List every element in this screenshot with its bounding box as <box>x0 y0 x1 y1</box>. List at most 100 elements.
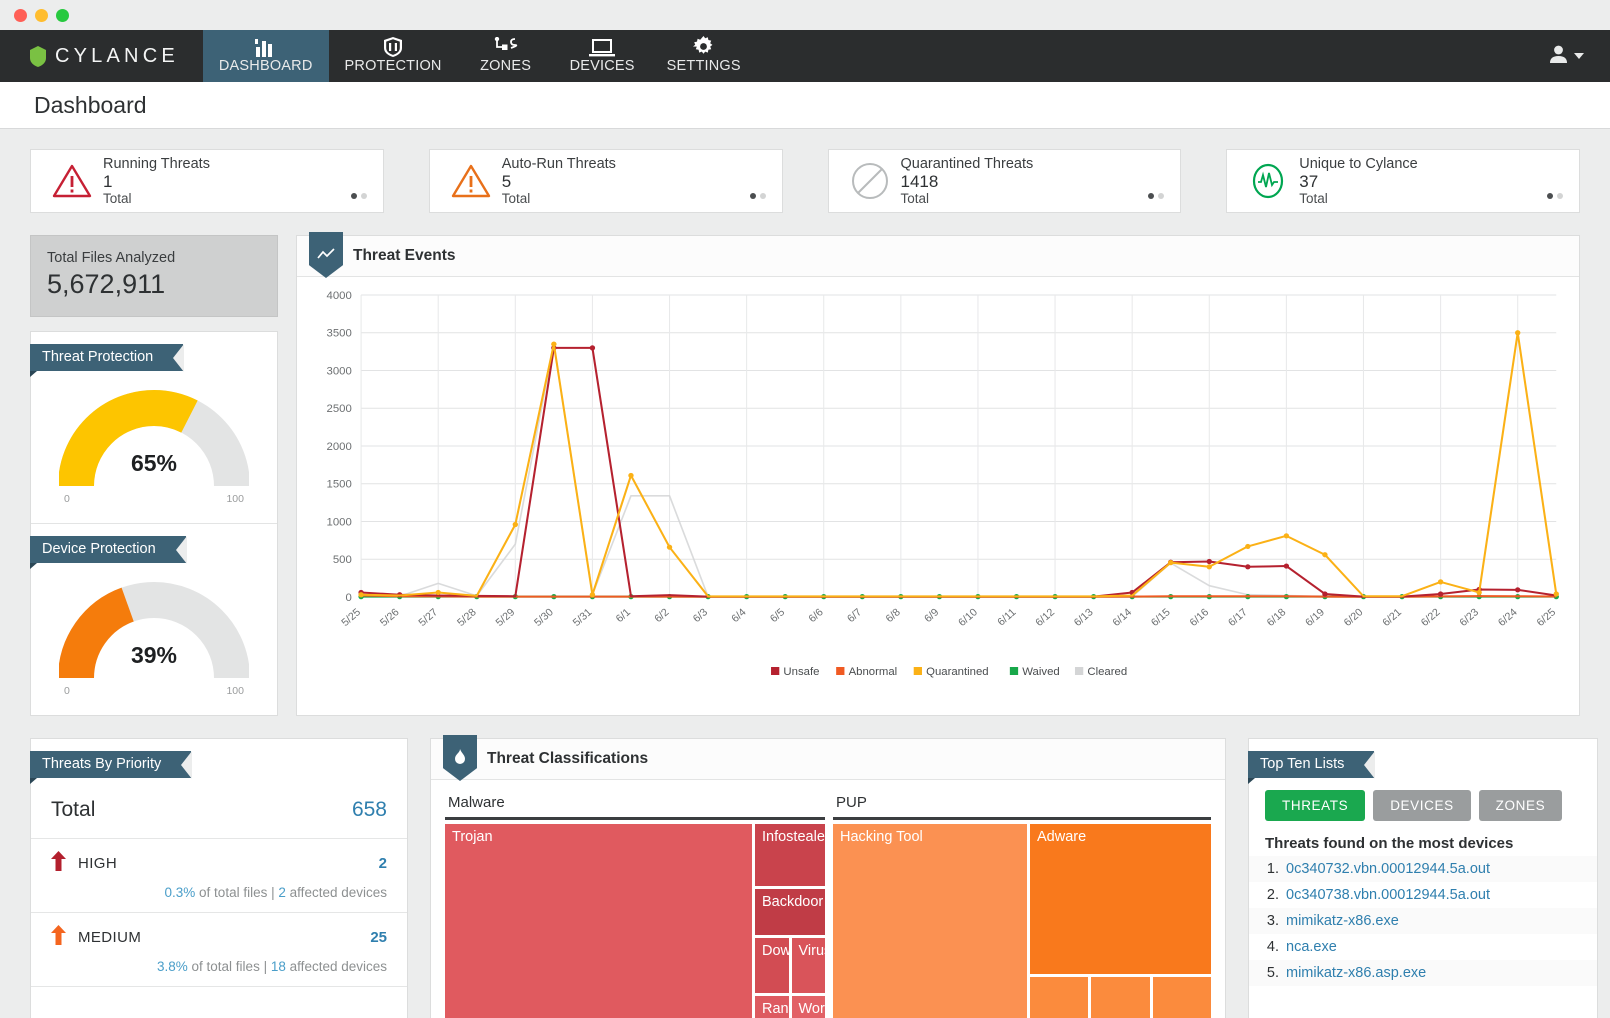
svg-text:3000: 3000 <box>327 366 352 378</box>
priority-label: MEDIUM <box>78 929 142 946</box>
treemap-tile[interactable]: Trojan <box>445 824 752 1018</box>
priority-count: 2 <box>378 855 387 872</box>
panel-title: Threat Classifications <box>487 750 649 767</box>
gauge-max: 100 <box>226 493 244 505</box>
minimize-button[interactable] <box>35 8 48 22</box>
svg-text:6/10: 6/10 <box>956 606 980 628</box>
svg-text:5/31: 5/31 <box>571 606 595 628</box>
stat-card-quarantined-threats[interactable]: Quarantined Threats 1418 Total <box>827 149 1182 213</box>
list-link[interactable]: mimikatz-x86.asp.exe <box>1286 965 1426 981</box>
svg-text:6/9: 6/9 <box>922 606 941 625</box>
nav-item-devices[interactable]: DEVICES <box>554 30 651 82</box>
svg-text:6/1: 6/1 <box>614 606 633 625</box>
stat-value: 5 <box>501 172 512 192</box>
treemap-tile[interactable]: Downloader <box>755 938 789 993</box>
maximize-button[interactable] <box>56 8 69 22</box>
nav-label: DASHBOARD <box>218 58 313 74</box>
nav-item-protection[interactable]: PROTECTION <box>329 30 458 82</box>
list-link[interactable]: mimikatz-x86.exe <box>1286 913 1399 929</box>
panel-header: Threat Events <box>297 236 1579 277</box>
priority-row-high[interactable]: HIGH 2 0.3% of total files | 2 affected … <box>31 839 407 913</box>
gauge-device-protection: Device Protection 39% 0 100 <box>30 524 277 715</box>
main-navbar: CYLANCE DASHBOARD PROTECTION ZONES DEVIC… <box>0 30 1610 82</box>
group-label: PUP <box>836 794 867 811</box>
svg-text:2500: 2500 <box>327 403 352 415</box>
threat-events-chart[interactable]: 0 500 1000 1500 2000 2500 3000 3500 4000 5/25 5/26… <box>297 277 1579 689</box>
tile-label: Backdoor <box>762 894 824 910</box>
treemap-tile[interactable]: Ransomware <box>755 996 789 1018</box>
treemap-tile[interactable] <box>1030 977 1089 1018</box>
threat-events-panel: Threat Events 0 500 1000 1500 2000 2500 3000 35… <box>296 232 1580 716</box>
carousel-dots[interactable] <box>1547 193 1563 199</box>
zones-network-icon <box>493 36 519 57</box>
treemap-tile[interactable]: Infostealer <box>755 824 825 886</box>
gauge-arc: 39% <box>59 579 249 683</box>
gauge-percent: 39% <box>130 642 178 668</box>
treemap-tile[interactable]: Hacking Tool <box>833 824 1027 1018</box>
stat-card-autorun-threats[interactable]: Auto-Run Threats 5 Total <box>428 149 783 213</box>
svg-text:6/21: 6/21 <box>1380 606 1404 628</box>
no-entry-icon <box>847 161 893 201</box>
svg-text:5/25: 5/25 <box>339 606 363 628</box>
arrow-up-icon <box>51 925 66 950</box>
svg-text:Cleared: Cleared <box>1087 666 1127 678</box>
tab-devices[interactable]: DEVICES <box>1373 790 1471 821</box>
svg-text:6/17: 6/17 <box>1226 606 1250 628</box>
svg-text:0: 0 <box>345 592 351 604</box>
tile-label: Downloader <box>762 943 789 959</box>
svg-text:Abnormal: Abnormal <box>849 666 898 678</box>
panel-title: Threat Events <box>353 247 456 264</box>
carousel-dots[interactable] <box>350 193 367 199</box>
total-files-analyzed-card: Total Files Analyzed 5,672,911 <box>30 235 278 317</box>
tile-label: Worm <box>798 1001 826 1017</box>
list-item[interactable]: 2. 0c340738.vbn.00012944.5a.out <box>1249 882 1597 908</box>
list-link[interactable]: 0c340738.vbn.00012944.5a.out <box>1286 887 1490 903</box>
gauge-max: 100 <box>226 685 244 697</box>
treemap-tile[interactable] <box>1152 977 1211 1018</box>
stat-title: Quarantined Threats <box>900 155 1034 172</box>
stat-card-unique-to-cylance[interactable]: Unique to Cylance 37 Total <box>1226 149 1580 213</box>
svg-text:5/26: 5/26 <box>378 606 402 628</box>
treemap-tile[interactable] <box>1091 977 1150 1018</box>
svg-text:6/13: 6/13 <box>1072 606 1096 628</box>
treemap-tile[interactable]: Worm <box>791 996 826 1018</box>
priority-pct: 3.8% <box>156 959 188 974</box>
priority-total-value[interactable]: 658 <box>352 798 387 822</box>
threats-by-priority-panel: Threats By Priority Total 658 HIGH 2 0.3… <box>30 738 408 1018</box>
list-item[interactable]: 3. mimikatz-x86.exe <box>1249 908 1597 934</box>
svg-text:6/8: 6/8 <box>884 606 903 625</box>
list-item[interactable]: 4. nca.exe <box>1249 934 1597 960</box>
treemap-tile[interactable]: Backdoor <box>755 889 825 935</box>
stat-cards-row: Running Threats 1 Total Auto-Run Threats <box>30 149 1580 213</box>
brand-logo[interactable]: CYLANCE <box>0 30 203 82</box>
list-link[interactable]: nca.exe <box>1286 939 1337 955</box>
gauge-percent: 65% <box>130 450 178 476</box>
threat-classifications-panel: Threat Classifications Malware Trojan In… <box>430 735 1226 1018</box>
priority-devices: 18 <box>270 959 286 974</box>
list-link[interactable]: 0c340732.vbn.00012944.5a.out <box>1286 861 1490 877</box>
priority-pct-suffix: of total files <box>199 885 268 900</box>
stat-card-running-threats[interactable]: Running Threats 1 Total <box>30 149 384 213</box>
tab-threats[interactable]: THREATS <box>1265 790 1366 821</box>
list-item[interactable]: 5. mimikatz-x86.asp.exe <box>1249 960 1597 986</box>
priority-count: 25 <box>370 929 387 946</box>
treemap-tile[interactable]: Adware <box>1030 824 1211 974</box>
total-files-label: Total Files Analyzed <box>47 250 176 266</box>
tile-label: Infostealer <box>762 829 825 845</box>
close-button[interactable] <box>14 8 27 22</box>
list-item[interactable]: 1. 0c340732.vbn.00012944.5a.out <box>1249 856 1597 882</box>
nav-item-zones[interactable]: ZONES <box>458 30 554 82</box>
protection-gauges: Threat Protection 65% 0 100 Device Prote… <box>30 331 278 716</box>
tab-zones[interactable]: ZONES <box>1478 790 1563 821</box>
user-menu[interactable] <box>1550 30 1610 82</box>
treemap-tile[interactable]: Virus <box>791 938 825 993</box>
nav-item-settings[interactable]: SETTINGS <box>651 30 757 82</box>
left-column: Total Files Analyzed 5,672,911 Threat Pr… <box>30 235 278 716</box>
svg-text:2000: 2000 <box>327 441 352 453</box>
carousel-dots[interactable] <box>1148 193 1165 199</box>
top-ten-subtitle: Threats found on the most devices <box>1265 835 1514 852</box>
priority-row-medium[interactable]: MEDIUM 25 3.8% of total files | 18 affec… <box>31 913 407 987</box>
carousel-dots[interactable] <box>749 193 766 199</box>
svg-text:6/25: 6/25 <box>1534 606 1558 628</box>
nav-item-dashboard[interactable]: DASHBOARD <box>202 30 329 82</box>
